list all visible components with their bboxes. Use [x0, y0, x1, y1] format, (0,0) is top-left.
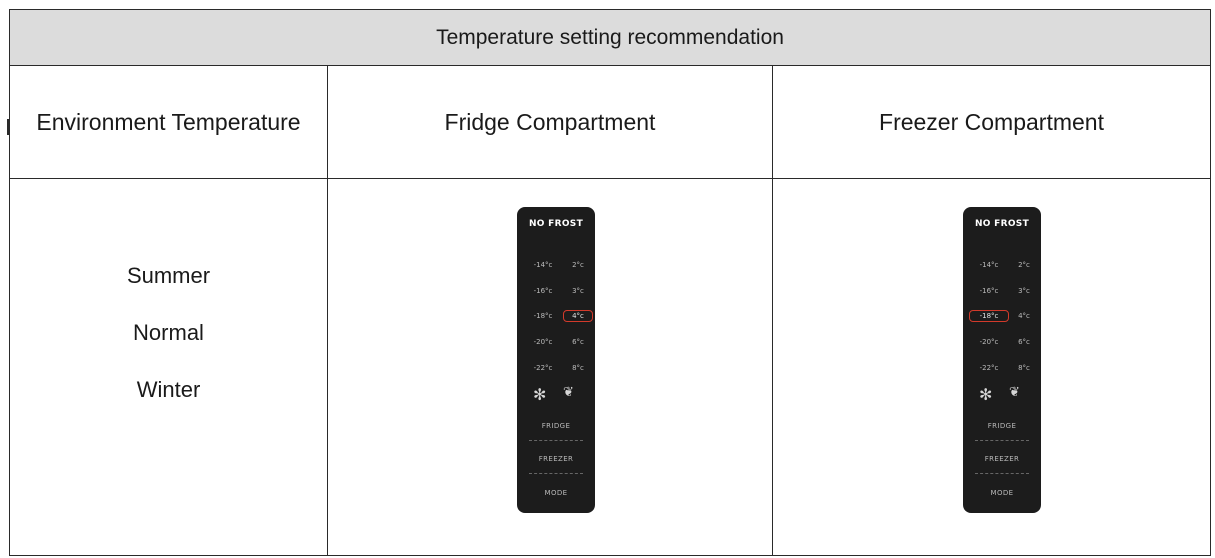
snowflake-icon: ✻: [979, 385, 993, 404]
header-environment: Environment Temperature: [9, 65, 328, 179]
temp-option: 8°c: [572, 364, 584, 372]
temp-row: -14°c 2°c: [525, 259, 589, 273]
header-fridge: Fridge Compartment: [327, 65, 773, 179]
temp-option: 2°c: [1018, 261, 1030, 269]
temp-option: 6°c: [1018, 338, 1030, 346]
freezer-cell: NO FROST -14°c 2°c -16°c 3°c -18°c 4°c -…: [772, 178, 1211, 556]
freezer-button: FREEZER: [984, 455, 1020, 463]
header-freezer: Freezer Compartment: [772, 65, 1211, 179]
temp-option: 4°c: [1018, 312, 1030, 320]
temp-option: 3°c: [1018, 287, 1030, 295]
freezer-button: FREEZER: [538, 455, 574, 463]
panel-icons: ✻ ❦: [517, 385, 595, 407]
eco-leaf-icon: ❦: [563, 385, 574, 400]
temp-option: -22°c: [533, 364, 553, 372]
temp-option: 2°c: [572, 261, 584, 269]
temp-row: -22°c 8°c: [525, 362, 589, 376]
temp-option: -22°c: [979, 364, 999, 372]
temp-option: -14°c: [979, 261, 999, 269]
fridge-control-panel: NO FROST -14°c 2°c -16°c 3°c -18°c 4°c -…: [517, 207, 595, 513]
environment-normal: Normal: [133, 320, 204, 345]
mode-button: MODE: [990, 489, 1014, 497]
environment-winter: Winter: [136, 377, 201, 402]
fridge-button: FRIDGE: [541, 422, 571, 430]
table-title: Temperature setting recommendation: [9, 9, 1211, 66]
temp-option: -20°c: [979, 338, 999, 346]
no-frost-logo: NO FROST: [974, 219, 1030, 229]
temp-option: 6°c: [572, 338, 584, 346]
temp-option: -16°c: [533, 287, 553, 295]
temp-row: -20°c 6°c: [525, 336, 589, 350]
temp-option: -16°c: [979, 287, 999, 295]
temp-option: 8°c: [1018, 364, 1030, 372]
temp-row: -18°c 4°c: [969, 310, 1035, 324]
divider: [529, 440, 583, 441]
temp-row: -14°c 2°c: [971, 259, 1035, 273]
freezer-control-panel: NO FROST -14°c 2°c -16°c 3°c -18°c 4°c -…: [963, 207, 1041, 513]
selected-temp-fridge: 4°c: [563, 310, 593, 322]
temp-option: -18°c: [533, 312, 553, 320]
temp-row: -20°c 6°c: [971, 336, 1035, 350]
temp-row: -22°c 8°c: [971, 362, 1035, 376]
temperature-recommendation-table: Temperature setting recommendation Envir…: [9, 9, 1211, 556]
temp-row: -16°c 3°c: [525, 285, 589, 299]
fridge-cell: NO FROST -14°c 2°c -16°c 3°c -18°c 4°c -…: [327, 178, 773, 556]
snowflake-icon: ✻: [533, 385, 547, 404]
divider: [975, 473, 1029, 474]
temp-row: -18°c 4°c: [525, 310, 593, 324]
temp-option: 3°c: [572, 287, 584, 295]
environment-summer: Summer: [126, 263, 211, 288]
temp-option: -14°c: [533, 261, 553, 269]
divider: [529, 473, 583, 474]
panel-icons: ✻ ❦: [963, 385, 1041, 407]
fridge-button: FRIDGE: [987, 422, 1017, 430]
temp-row: -16°c 3°c: [971, 285, 1035, 299]
selected-temp-freezer: -18°c: [969, 310, 1009, 322]
mode-button: MODE: [544, 489, 568, 497]
environment-cell: Summer Normal Winter: [9, 178, 328, 556]
environment-list: Summer Normal Winter: [10, 247, 327, 418]
temp-option: -20°c: [533, 338, 553, 346]
divider: [975, 440, 1029, 441]
no-frost-logo: NO FROST: [528, 219, 584, 229]
eco-leaf-icon: ❦: [1009, 385, 1020, 400]
